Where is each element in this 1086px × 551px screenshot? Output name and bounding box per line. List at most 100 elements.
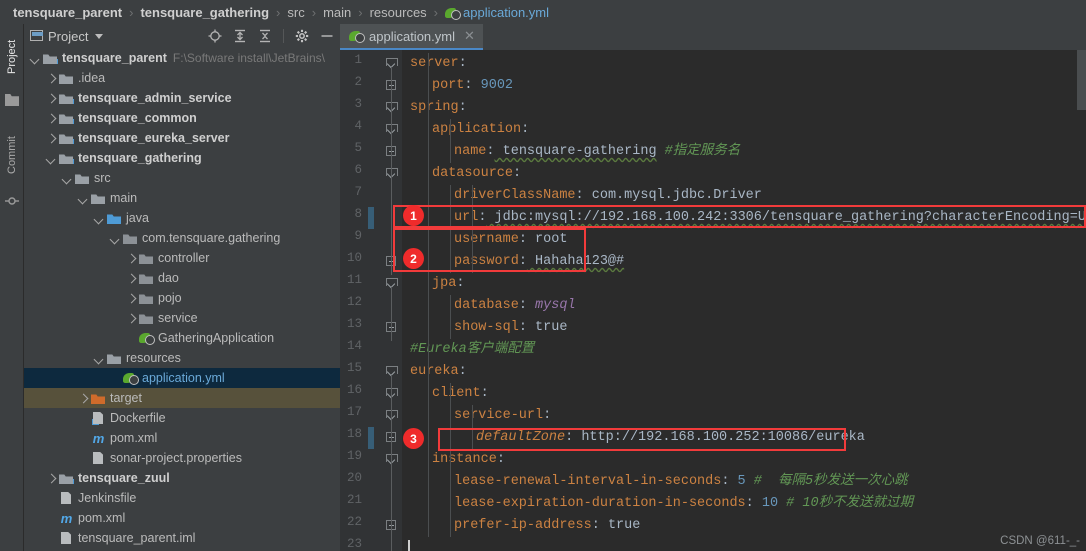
tree-node-tensquare-parent[interactable]: tensquare_parent F:\Software install\JetB… — [24, 48, 340, 68]
breadcrumb-item-src[interactable]: src — [284, 5, 307, 20]
vertical-scrollbar[interactable] — [1077, 50, 1086, 110]
tree-node-service[interactable]: service — [24, 308, 340, 328]
chevron-down-icon[interactable] — [62, 173, 73, 184]
tree-node-dao[interactable]: dao — [24, 268, 340, 288]
code-line-3[interactable]: spring: — [410, 97, 467, 119]
breadcrumb-item-resources[interactable]: resources — [367, 5, 430, 20]
code-line-6[interactable]: datasource: — [432, 163, 521, 185]
code-folding-column[interactable] — [384, 50, 398, 551]
tree-node-tensquare-zuul[interactable]: tensquare_zuul — [24, 468, 340, 488]
code-line-10[interactable]: password: Hahaha123@# — [454, 251, 624, 273]
tree-node-resources[interactable]: resources — [24, 348, 340, 368]
tree-node-tensquare-parent-iml[interactable]: tensquare_parent.iml — [24, 528, 340, 548]
vcs-change-marker[interactable] — [368, 427, 374, 449]
chevron-right-icon[interactable] — [126, 253, 137, 264]
chevron-down-icon[interactable] — [94, 353, 105, 364]
code-area[interactable]: 1 2 3 4 5 6 7 8 9 10 11 12 13 14 15 16 17 18 19 20 21 22 23 se… — [340, 50, 1086, 551]
code-line-12[interactable]: database: mysql — [454, 295, 576, 317]
chevron-down-icon[interactable] — [95, 33, 104, 39]
folder-icon[interactable] — [5, 93, 19, 106]
chevron-down-icon[interactable] — [110, 233, 121, 244]
tree-node-tensquare-common[interactable]: tensquare_common — [24, 108, 340, 128]
code-line-15[interactable]: eureka: — [410, 361, 467, 383]
code-line-21[interactable]: lease-expiration-duration-in-seconds: 10… — [454, 493, 913, 515]
tree-node-gatheringapplication[interactable]: GatheringApplication — [24, 328, 340, 348]
tree-node-pom-xml[interactable]: m pom.xml — [24, 508, 340, 528]
code-line-8[interactable]: url: jdbc:mysql://192.168.100.242:3306/t… — [454, 207, 1086, 229]
line-number: 14 — [346, 339, 362, 353]
code-line-16[interactable]: client: — [432, 383, 489, 405]
code-line-20[interactable]: lease-renewal-interval-in-seconds: 5 # 每… — [454, 471, 908, 493]
tool-tab-project[interactable]: Project — [0, 28, 24, 86]
chevron-right-icon[interactable] — [126, 293, 137, 304]
chevron-right-icon[interactable] — [46, 473, 57, 484]
chevron-down-icon[interactable] — [78, 193, 89, 204]
code-line-4[interactable]: application: — [432, 119, 529, 141]
breadcrumb-item-application-yml[interactable]: application.yml — [442, 5, 552, 20]
code-line-13[interactable]: show-sql: true — [454, 317, 567, 339]
tree-node-main[interactable]: main — [24, 188, 340, 208]
chevron-right-icon[interactable] — [46, 73, 57, 84]
tree-node-tensquare-admin-service[interactable]: tensquare_admin_service — [24, 88, 340, 108]
project-window-icon — [30, 30, 43, 41]
chevron-down-icon[interactable] — [30, 53, 41, 64]
code-line-22[interactable]: prefer-ip-address: true — [454, 515, 640, 537]
tree-node-target[interactable]: target — [24, 388, 340, 408]
breadcrumb-label: tensquare_gathering — [140, 4, 270, 20]
code-line-18[interactable]: defaultZone: http://192.168.100.252:1008… — [476, 427, 865, 449]
chevron-right-icon[interactable] — [46, 93, 57, 104]
chevron-down-icon[interactable] — [94, 213, 105, 224]
chevron-down-icon[interactable] — [46, 153, 57, 164]
breadcrumb-item-main[interactable]: main — [320, 5, 354, 20]
tree-node-pom-xml[interactable]: m pom.xml — [24, 428, 340, 448]
chevron-right-icon[interactable] — [78, 393, 89, 404]
tree-node-label: pom.xml — [78, 511, 126, 525]
tree-node-sonar-project-properties[interactable]: sonar-project.properties — [24, 448, 340, 468]
tree-node-java[interactable]: java — [24, 208, 340, 228]
code-line-17[interactable]: service-url: — [454, 405, 551, 427]
tree-node-dockerfile[interactable]: D Dockerfile — [24, 408, 340, 428]
settings-gear-icon[interactable] — [295, 29, 309, 43]
code-line-7[interactable]: driverClassName: com.mysql.jdbc.Driver — [454, 185, 762, 207]
tool-tab-commit[interactable]: Commit — [0, 124, 24, 186]
package-icon — [123, 231, 138, 245]
tree-node-tensquare-eureka-server[interactable]: tensquare_eureka_server — [24, 128, 340, 148]
code-content[interactable]: server: port: 9002 spring: application: name… — [402, 50, 1086, 551]
tree-node-tensquare-gathering[interactable]: tensquare_gathering — [24, 148, 340, 168]
yaml-value: mysql — [526, 298, 576, 313]
tree-node-pojo[interactable]: pojo — [24, 288, 340, 308]
project-tree[interactable]: tensquare_parent F:\Software install\JetB… — [24, 48, 340, 551]
chevron-right-icon[interactable] — [126, 273, 137, 284]
tree-node-label: java — [126, 211, 149, 225]
tree-node--idea[interactable]: .idea — [24, 68, 340, 88]
vcs-change-marker[interactable] — [368, 207, 374, 229]
tree-node-application-yml[interactable]: application.yml — [24, 368, 340, 388]
tree-node-src[interactable]: src — [24, 168, 340, 188]
collapse-all-icon[interactable] — [258, 29, 272, 43]
chevron-right-icon[interactable] — [126, 313, 137, 324]
tree-node-controller[interactable]: controller — [24, 248, 340, 268]
editor-tab-application-yml[interactable]: application.yml ✕ — [340, 24, 483, 50]
editor-tabbar: application.yml ✕ — [340, 24, 1086, 50]
select-opened-file-icon[interactable] — [208, 29, 222, 43]
expand-all-icon[interactable] — [233, 29, 247, 43]
chevron-right-icon[interactable] — [46, 133, 57, 144]
code-line-1[interactable]: server: — [410, 53, 467, 75]
hide-icon[interactable] — [320, 29, 334, 43]
breadcrumb-item-tensquare-parent[interactable]: tensquare_parent — [10, 5, 125, 20]
tree-node-label: application.yml — [142, 371, 225, 385]
code-line-19[interactable]: instance: — [432, 449, 505, 471]
chevron-right-icon[interactable] — [46, 113, 57, 124]
commit-icon[interactable] — [5, 194, 19, 208]
code-line-2[interactable]: port: 9002 — [432, 75, 513, 97]
code-line-11[interactable]: jpa: — [432, 273, 464, 295]
close-icon[interactable]: ✕ — [464, 28, 475, 44]
yaml-separator: : — [521, 122, 530, 137]
yaml-value: root — [526, 232, 568, 247]
code-line-5[interactable]: name: tensquare-gathering #指定服务名 — [454, 141, 740, 163]
breadcrumb-item-tensquare-gathering[interactable]: tensquare_gathering — [137, 5, 272, 20]
dockerfile-icon: D — [91, 411, 106, 425]
tree-node-jenkinsfile[interactable]: Jenkinsfile — [24, 488, 340, 508]
tree-node-com-tensquare-gathering[interactable]: com.tensquare.gathering — [24, 228, 340, 248]
